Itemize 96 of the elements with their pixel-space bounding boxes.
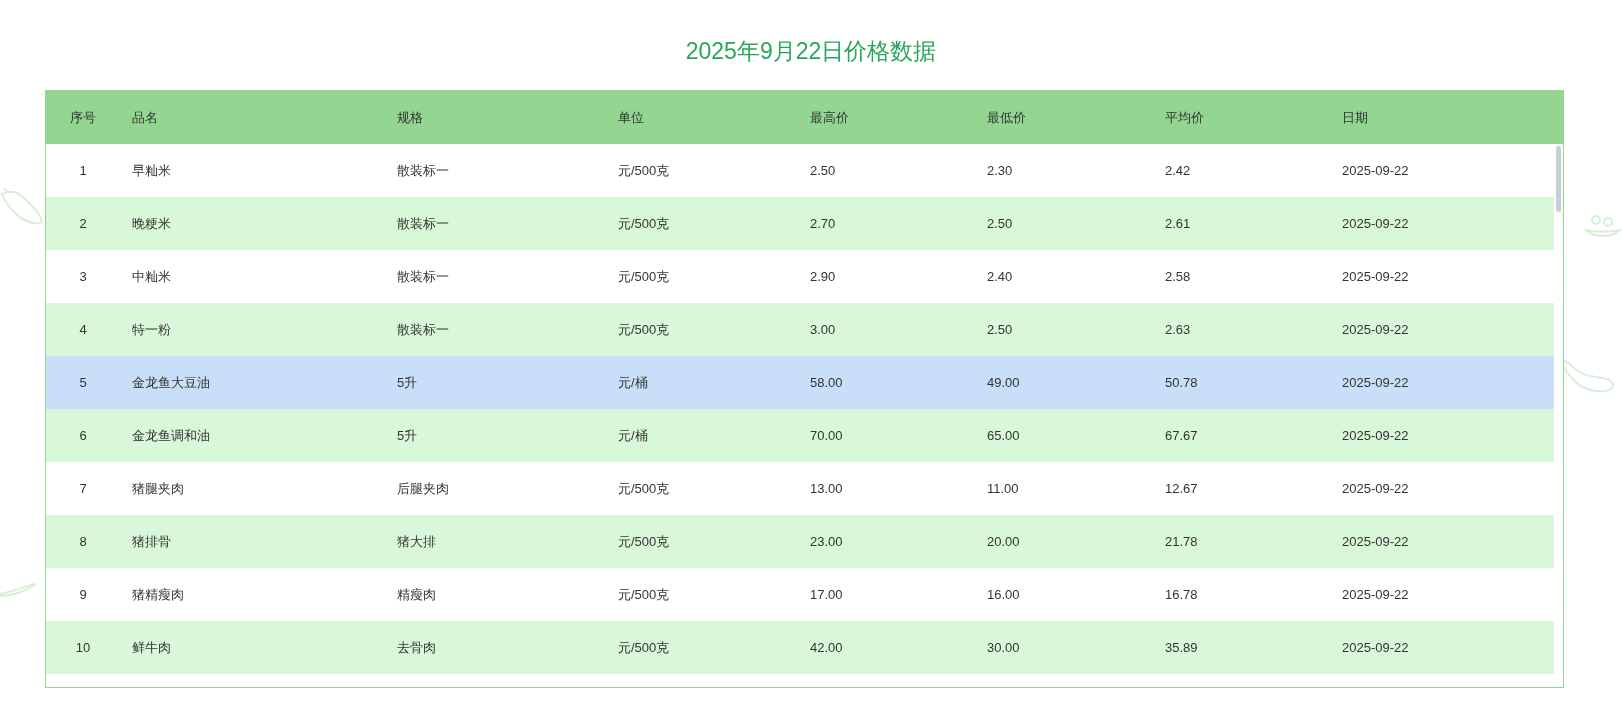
table-cell-text: 2.58 bbox=[1164, 269, 1192, 284]
table-cell-text: 鲜牛肉 bbox=[131, 638, 172, 657]
table-cell-text: 2.70 bbox=[809, 216, 837, 231]
table-cell-text: 元/500克 bbox=[617, 161, 671, 180]
table-cell-text: 6 bbox=[78, 428, 88, 443]
table-cell-text: 猪精瘦肉 bbox=[131, 585, 185, 604]
table-cell-text: 5 bbox=[78, 375, 88, 390]
table-cell-text: 2025-09-22 bbox=[1341, 587, 1410, 602]
table-cell-text: 2.50 bbox=[986, 322, 1014, 337]
table-cell-text: 16.00 bbox=[986, 587, 1021, 602]
table-cell-text: 精瘦肉 bbox=[396, 585, 437, 604]
scrollbar-thumb[interactable] bbox=[1556, 146, 1561, 212]
table-cell-text: 金龙鱼调和油 bbox=[131, 426, 211, 445]
column-header: 品名 bbox=[131, 108, 159, 127]
table-cell-text: 16.78 bbox=[1164, 587, 1199, 602]
table-cell-text: 35.89 bbox=[1164, 640, 1199, 655]
table-cell-text: 5升 bbox=[396, 373, 419, 392]
table-cell-text: 9 bbox=[78, 587, 88, 602]
table-cell-text: 2025-09-22 bbox=[1341, 322, 1410, 337]
column-header: 最高价 bbox=[809, 108, 850, 127]
table-cell-text: 2 bbox=[78, 216, 88, 231]
table-cell-text: 中籼米 bbox=[131, 267, 172, 286]
table-cell-text: 猪排骨 bbox=[131, 532, 172, 551]
table-cell-text: 70.00 bbox=[809, 428, 844, 443]
table-cell-text: 49.00 bbox=[986, 375, 1021, 390]
table-cell-text: 2.61 bbox=[1164, 216, 1192, 231]
table-cell-text: 散装标一 bbox=[396, 161, 450, 180]
table-cell-text: 后腿夹肉 bbox=[396, 479, 450, 498]
table-cell-text: 去骨肉 bbox=[396, 638, 437, 657]
table-cell-text: 2.90 bbox=[809, 269, 837, 284]
table-cell-text: 散装标一 bbox=[396, 214, 450, 233]
table-row[interactable]: 4 特一粉 散装标一 元/500克 3.00 2.50 2.63 2025-09-22 bbox=[46, 303, 1554, 356]
table-cell-text: 2.42 bbox=[1164, 163, 1192, 178]
table-cell-text: 元/500克 bbox=[617, 585, 671, 604]
table-cell-text: 金龙鱼大豆油 bbox=[131, 373, 211, 392]
table-cell-text: 2.50 bbox=[986, 216, 1014, 231]
table-cell-text: 2025-09-22 bbox=[1341, 481, 1410, 496]
table-cell-text: 元/500克 bbox=[617, 479, 671, 498]
table-cell-text: 猪腿夹肉 bbox=[131, 479, 185, 498]
table-row[interactable]: 10 鲜牛肉 去骨肉 元/500克 42.00 30.00 35.89 2025-09-22 bbox=[46, 621, 1554, 674]
table-cell-text: 2.50 bbox=[809, 163, 837, 178]
table-cell-text: 11.00 bbox=[986, 481, 1020, 496]
table-cell-text: 8 bbox=[78, 534, 88, 549]
table-row[interactable]: 8 猪排骨 猪大排 元/500克 23.00 20.00 21.78 2025-09-22 bbox=[46, 515, 1554, 568]
table-cell-text: 42.00 bbox=[809, 640, 844, 655]
table-cell-text: 30.00 bbox=[986, 640, 1021, 655]
table-cell-text: 10 bbox=[74, 640, 92, 655]
table-cell-text: 2.63 bbox=[1164, 322, 1192, 337]
table-cell-text: 3 bbox=[78, 269, 88, 284]
table-cell-text: 2.30 bbox=[986, 163, 1014, 178]
table-cell-text: 元/500克 bbox=[617, 214, 671, 233]
table-cell-text: 2025-09-22 bbox=[1341, 269, 1410, 284]
table-cell-text: 2025-09-22 bbox=[1341, 534, 1410, 549]
table-cell-text: 2025-09-22 bbox=[1341, 428, 1410, 443]
table-row[interactable]: 2 晚粳米 散装标一 元/500克 2.70 2.50 2.61 2025-09-22 bbox=[46, 197, 1554, 250]
table-row[interactable]: 5 金龙鱼大豆油 5升 元/桶 58.00 49.00 50.78 2025-09-22 bbox=[46, 356, 1554, 409]
table-cell-text: 4 bbox=[78, 322, 88, 337]
table-cell-text: 7 bbox=[78, 481, 88, 496]
column-header: 平均价 bbox=[1164, 108, 1205, 127]
column-header: 最低价 bbox=[986, 108, 1027, 127]
table-cell-text: 2.40 bbox=[986, 269, 1014, 284]
column-header: 日期 bbox=[1341, 108, 1369, 127]
table-cell-text: 元/500克 bbox=[617, 638, 671, 657]
table-cell-text: 17.00 bbox=[809, 587, 844, 602]
table-cell-text: 元/桶 bbox=[617, 373, 649, 392]
table-cell-text: 13.00 bbox=[809, 481, 844, 496]
table-cell-text: 1 bbox=[78, 163, 88, 178]
table-cell-text: 散装标一 bbox=[396, 320, 450, 339]
column-header: 规格 bbox=[396, 108, 424, 127]
table-cell-text: 50.78 bbox=[1164, 375, 1199, 390]
page-title: 2025年9月22日价格数据 bbox=[685, 36, 937, 66]
table-cell-text: 元/500克 bbox=[617, 532, 671, 551]
table-cell-text: 元/500克 bbox=[617, 267, 671, 286]
table-cell-text: 2025-09-22 bbox=[1341, 640, 1410, 655]
column-header: 序号 bbox=[69, 108, 97, 127]
table-cell-text: 20.00 bbox=[986, 534, 1021, 549]
table-cell-text: 5升 bbox=[396, 426, 419, 445]
table-cell-text: 猪大排 bbox=[396, 532, 437, 551]
table-cell-text: 58.00 bbox=[809, 375, 844, 390]
table-cell-text: 23.00 bbox=[809, 534, 844, 549]
table-cell-text: 晚粳米 bbox=[131, 214, 172, 233]
table-cell-text: 元/桶 bbox=[617, 426, 649, 445]
table-cell-text: 67.67 bbox=[1164, 428, 1199, 443]
table-cell-text: 2025-09-22 bbox=[1341, 163, 1410, 178]
table-cell-text: 2025-09-22 bbox=[1341, 375, 1410, 390]
table-row[interactable]: 6 金龙鱼调和油 5升 元/桶 70.00 65.00 67.67 2025-09-22 bbox=[46, 409, 1554, 462]
table-cell-text: 12.67 bbox=[1164, 481, 1199, 496]
table-cell-text: 特一粉 bbox=[131, 320, 172, 339]
table-cell-text: 元/500克 bbox=[617, 320, 671, 339]
table-cell-text: 早籼米 bbox=[131, 161, 172, 180]
table-cell-text: 21.78 bbox=[1164, 534, 1199, 549]
table-cell-text: 65.00 bbox=[986, 428, 1021, 443]
table-cell-text: 2025-09-22 bbox=[1341, 216, 1410, 231]
table-cell-text: 3.00 bbox=[809, 322, 837, 337]
table-cell-text: 散装标一 bbox=[396, 267, 450, 286]
column-header: 单位 bbox=[617, 108, 645, 127]
